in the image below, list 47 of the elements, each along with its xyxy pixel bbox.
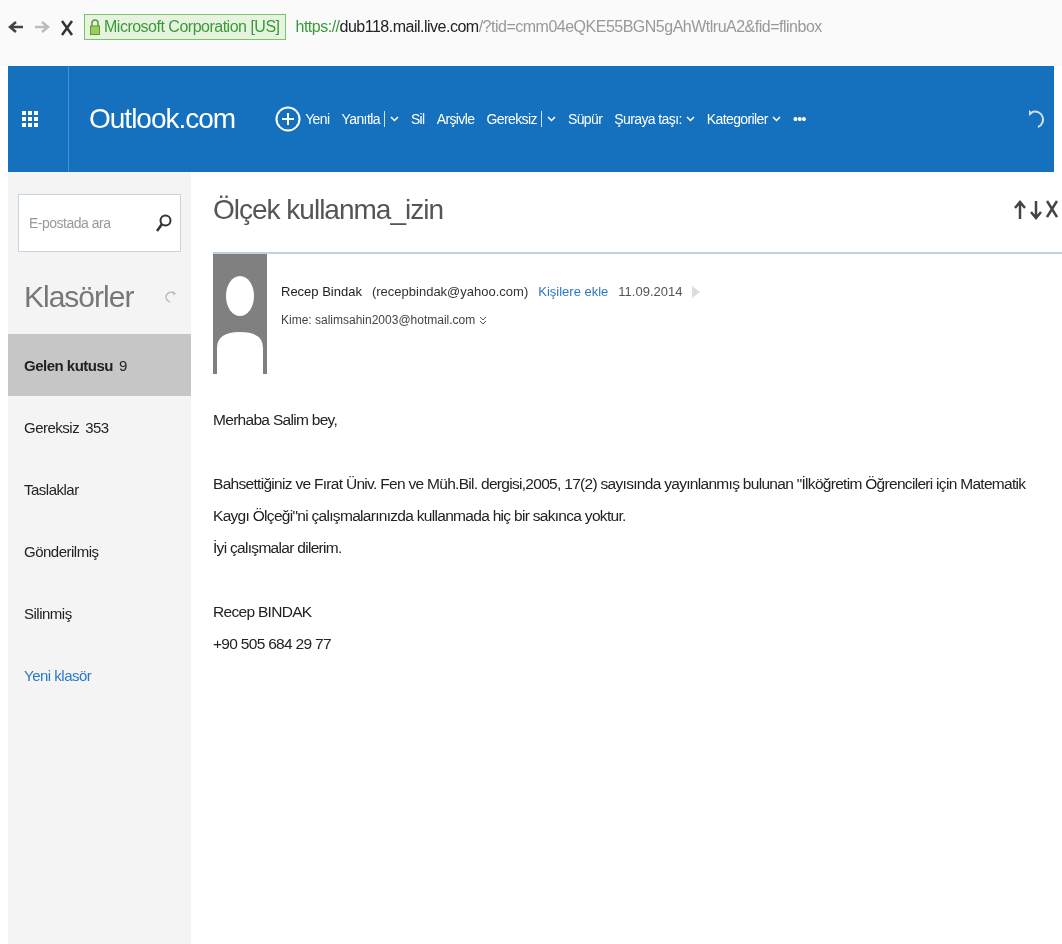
message-text: Recep BINDAK <box>213 602 312 622</box>
folders-heading: Klasörler <box>24 280 134 314</box>
folder-item[interactable]: Gereksiz 353 <box>8 396 191 458</box>
caret-icon <box>771 116 781 122</box>
play-icon <box>692 285 701 298</box>
toolbar-button[interactable]: Gereksiz <box>480 111 562 127</box>
caret-icon <box>546 116 556 122</box>
down-arrow-icon[interactable] <box>1030 200 1042 220</box>
message-date: 11.09.2014 <box>618 284 683 299</box>
close-icon[interactable] <box>1046 200 1058 218</box>
recipient-text: Kime: salimsahin2003@hotmail.com <box>281 313 476 327</box>
back-icon[interactable] <box>8 20 24 34</box>
app-grid-icon[interactable] <box>22 111 38 127</box>
folder-item[interactable]: Silinmiş <box>8 582 191 644</box>
close-icon[interactable] <box>60 20 74 36</box>
toolbar-button[interactable]: Yanıtla <box>335 111 405 127</box>
toolbar-button[interactable]: ••• <box>786 111 812 127</box>
lock-icon <box>90 19 100 35</box>
search-icon[interactable] <box>156 214 172 232</box>
add-contact-link[interactable]: Kişilere ekle <box>538 284 609 299</box>
sender-email: (recepbindak@yahoo.com) <box>371 284 529 299</box>
sender-name: Recep Bindak <box>281 284 362 299</box>
plus-icon <box>275 106 302 132</box>
certificate-badge[interactable]: Microsoft Corporation [US] <box>84 14 286 40</box>
message-text: İyi çalışmalar dilerim. <box>213 538 342 558</box>
toolbar-button[interactable]: Arşivle <box>430 111 481 127</box>
separator-icon <box>540 111 543 127</box>
caret-icon <box>685 116 695 122</box>
new-folder-link[interactable]: Yeni klasör <box>8 644 191 706</box>
message-text: Bahsettiğiniz ve Fırat Üniv. Fen ve Müh.Bil. dergisi,2005, 17(2) sayısında yayınlanmış bulunan "İlköğretim Öğrencileri için Matematik Kaygı Ölçeği"ni çalışmalarınızda kullanmada hiç bir sakınca yoktur. <box>213 474 1027 526</box>
folder-item[interactable]: Gönderilmiş <box>8 520 191 582</box>
toolbar-button[interactable]: Süpür <box>561 111 609 127</box>
toolbar-button[interactable]: Kategoriler <box>700 111 787 127</box>
caret-icon <box>389 116 399 122</box>
message-text: Merhaba Salim bey, <box>213 410 338 430</box>
message-subject: Ölçek kullanma_izin <box>213 194 443 226</box>
url-text[interactable]: https://dub118.mail.live.com/?tid=cmm04eQKE55BGN5gAhWtlruA2&fid=flinbox <box>295 14 822 36</box>
separator-icon <box>383 111 386 127</box>
folder-item[interactable]: Gelen kutusu 9 <box>8 334 191 396</box>
toolbar-button[interactable]: Sil <box>404 111 431 127</box>
message-text: +90 505 684 29 77 <box>213 634 331 654</box>
toolbar-button[interactable]: Yeni <box>269 106 336 132</box>
up-arrow-icon[interactable] <box>1014 200 1026 220</box>
toolbar-button[interactable]: Şuraya taşı: <box>608 111 701 127</box>
undo-icon[interactable] <box>1028 108 1046 130</box>
expand-icon[interactable] <box>479 315 488 325</box>
folder-item[interactable]: Taslaklar <box>8 458 191 520</box>
